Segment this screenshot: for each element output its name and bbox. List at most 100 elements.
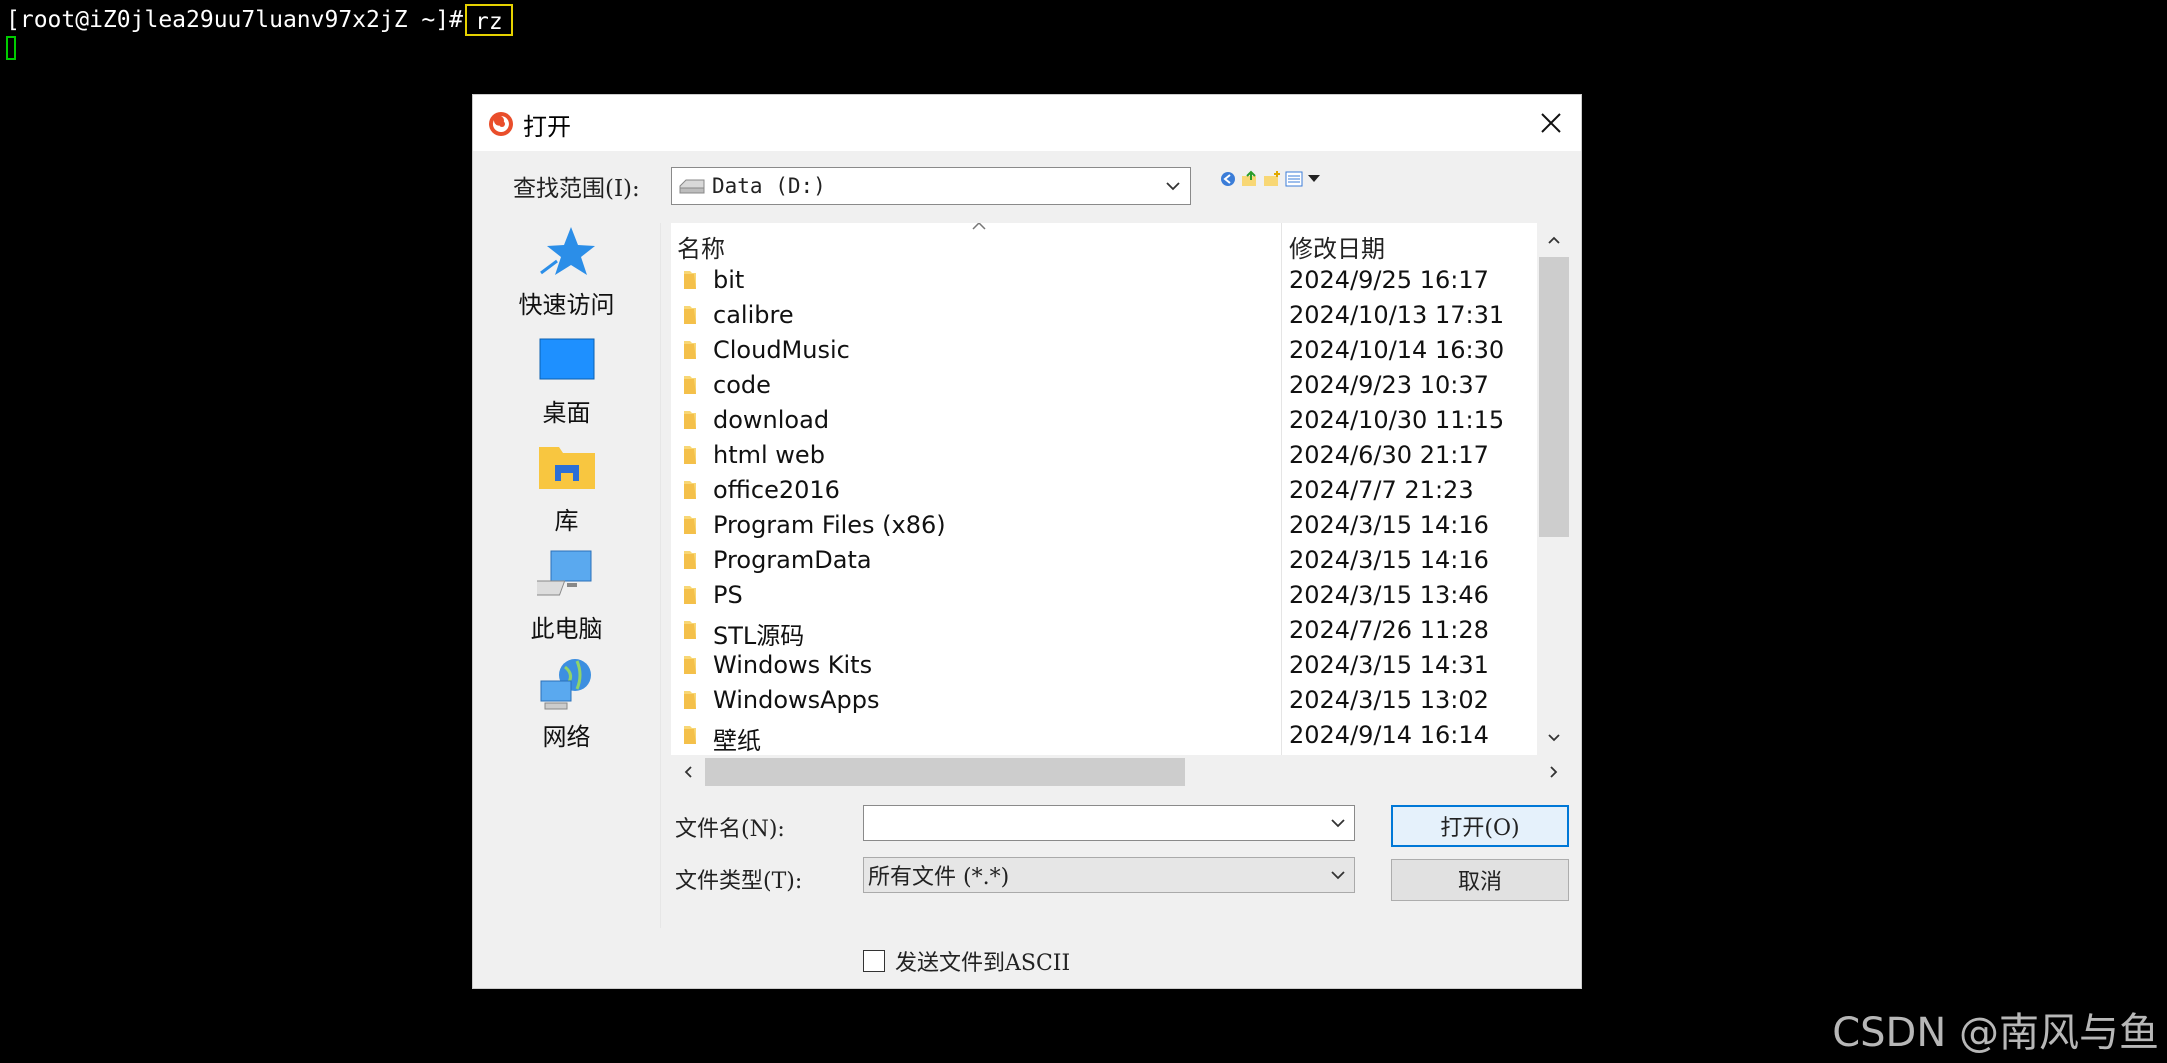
chevron-left-icon <box>684 766 692 778</box>
file-row[interactable]: calibre 2024/10/13 17:31 <box>671 298 1511 333</box>
file-row[interactable]: STL源码 2024/7/26 11:28 <box>671 613 1511 650</box>
chevron-down-icon[interactable] <box>1328 812 1348 834</box>
file-name: 壁纸 <box>713 727 761 755</box>
place-label: 网络 <box>542 723 591 751</box>
horizontal-scroll-thumb[interactable] <box>705 758 1185 786</box>
scroll-down-button[interactable] <box>1537 721 1571 755</box>
file-date: 2024/7/26 11:28 <box>1289 616 1489 644</box>
scroll-left-button[interactable] <box>671 755 705 789</box>
file-name: ProgramData <box>713 546 872 574</box>
file-date: 2024/9/23 10:37 <box>1289 371 1489 399</box>
dialog-titlebar: 打开 <box>473 95 1581 151</box>
file-row[interactable]: ProgramData 2024/3/15 14:16 <box>671 543 1511 578</box>
terminal-line: [root@iZ0jlea29uu7luanv97x2jZ ~]# rz <box>6 4 513 36</box>
folder-icon <box>684 376 696 394</box>
open-file-dialog: 打开 查找范围(I): Data (D:) 快速访问 桌面 库 此电脑 网络 名… <box>472 94 1582 989</box>
terminal-cursor <box>6 36 16 60</box>
folder-icon <box>684 446 696 464</box>
file-row[interactable]: office2016 2024/7/7 21:23 <box>671 473 1511 508</box>
file-date: 2024/3/15 14:16 <box>1289 511 1489 539</box>
scroll-up-button[interactable] <box>1537 223 1571 257</box>
file-row[interactable]: PS 2024/3/15 13:46 <box>671 578 1511 613</box>
look-in-combo[interactable]: Data (D:) <box>671 167 1191 205</box>
open-button[interactable]: 打开(O) <box>1391 805 1569 847</box>
look-in-value: Data (D:) <box>712 174 826 198</box>
up-folder-icon <box>1242 170 1256 186</box>
folder-icon <box>684 271 696 289</box>
place-desktop[interactable]: 桌面 <box>473 331 660 435</box>
place-network[interactable]: 网络 <box>473 655 660 759</box>
chevron-down-icon <box>1331 871 1345 880</box>
file-date: 2024/3/15 14:16 <box>1289 546 1489 574</box>
dialog-title: 打开 <box>523 113 571 141</box>
place-label: 快速访问 <box>518 291 615 319</box>
file-row[interactable]: WindowsApps 2024/3/15 13:02 <box>671 683 1511 718</box>
folder-icon <box>684 691 696 709</box>
folder-icon <box>684 341 696 359</box>
up-folder-button[interactable] <box>1241 170 1259 188</box>
library-icon <box>538 447 595 489</box>
send-ascii-option[interactable]: 发送文件到ASCII <box>863 945 1070 977</box>
file-date: 2024/6/30 21:17 <box>1289 441 1489 469</box>
file-row[interactable]: download 2024/10/30 11:15 <box>671 403 1511 438</box>
file-name: PS <box>713 581 743 609</box>
file-date: 2024/9/25 16:17 <box>1289 266 1489 294</box>
file-row[interactable]: CloudMusic 2024/10/14 16:30 <box>671 333 1511 368</box>
vertical-scroll-thumb[interactable] <box>1539 257 1569 537</box>
send-ascii-label: 发送文件到ASCII <box>895 951 1071 976</box>
horizontal-scrollbar[interactable] <box>671 755 1558 789</box>
scroll-right-button[interactable] <box>1537 755 1571 789</box>
file-date: 2024/10/13 17:31 <box>1289 301 1505 329</box>
view-menu-button[interactable] <box>1285 170 1303 188</box>
new-folder-button[interactable] <box>1263 170 1281 188</box>
file-row[interactable]: html web 2024/6/30 21:17 <box>671 438 1511 473</box>
folder-icon <box>684 516 696 534</box>
send-ascii-checkbox[interactable] <box>863 950 885 972</box>
desktop-icon <box>539 338 594 380</box>
folder-icon <box>684 621 696 639</box>
close-button[interactable] <box>1531 103 1571 143</box>
column-header-date[interactable]: 修改日期 <box>1289 229 1385 264</box>
file-list: 名称 修改日期 bit 2024/9/25 16:17 calibre 2024/10… <box>671 223 1537 755</box>
file-row[interactable]: Windows Kits 2024/3/15 14:31 <box>671 648 1511 683</box>
file-name: code <box>713 371 771 399</box>
list-header: 名称 修改日期 <box>671 223 1537 263</box>
place-this-pc[interactable]: 此电脑 <box>473 547 660 651</box>
vertical-scrollbar[interactable] <box>1537 223 1571 755</box>
watermark: CSDN @南风与鱼 <box>1832 1010 2159 1056</box>
file-name: download <box>713 406 830 434</box>
file-name: bit <box>713 266 745 294</box>
file-date: 2024/10/30 11:15 <box>1289 406 1505 434</box>
back-button[interactable] <box>1219 170 1237 188</box>
folder-icon <box>684 586 696 604</box>
file-name: CloudMusic <box>713 336 850 364</box>
place-library[interactable]: 库 <box>473 439 660 543</box>
view-dropdown-icon[interactable] <box>1307 174 1321 184</box>
file-row[interactable]: 壁纸 2024/9/14 16:14 <box>671 718 1511 755</box>
chevron-right-icon <box>1550 766 1558 778</box>
filename-field[interactable] <box>863 805 1355 841</box>
file-date: 2024/3/15 14:31 <box>1289 651 1489 679</box>
file-row[interactable]: code 2024/9/23 10:37 <box>671 368 1511 403</box>
folder-icon <box>684 411 696 429</box>
folder-icon <box>684 726 696 744</box>
app-logo-icon <box>489 112 513 136</box>
column-header-name[interactable]: 名称 <box>677 229 725 264</box>
file-name: WindowsApps <box>713 686 880 714</box>
new-folder-icon <box>1264 171 1280 186</box>
file-name: Windows Kits <box>713 651 873 679</box>
computer-icon <box>536 550 591 596</box>
filetype-combo[interactable]: 所有文件 (*.*) <box>863 857 1355 893</box>
file-name: html web <box>713 441 825 469</box>
file-date: 2024/3/15 13:46 <box>1289 581 1489 609</box>
file-row[interactable]: Program Files (x86) 2024/3/15 14:16 <box>671 508 1511 543</box>
nav-toolbar <box>1219 167 1321 191</box>
back-globe-icon <box>1221 172 1235 186</box>
place-quick-access[interactable]: 快速访问 <box>473 223 660 327</box>
file-row[interactable]: bit 2024/9/25 16:17 <box>671 263 1511 298</box>
chevron-down-icon <box>1548 734 1560 742</box>
place-label: 此电脑 <box>530 615 603 643</box>
filename-input[interactable] <box>868 808 1312 840</box>
cancel-button[interactable]: 取消 <box>1391 859 1569 901</box>
terminal-command-highlight: rz <box>464 4 513 36</box>
